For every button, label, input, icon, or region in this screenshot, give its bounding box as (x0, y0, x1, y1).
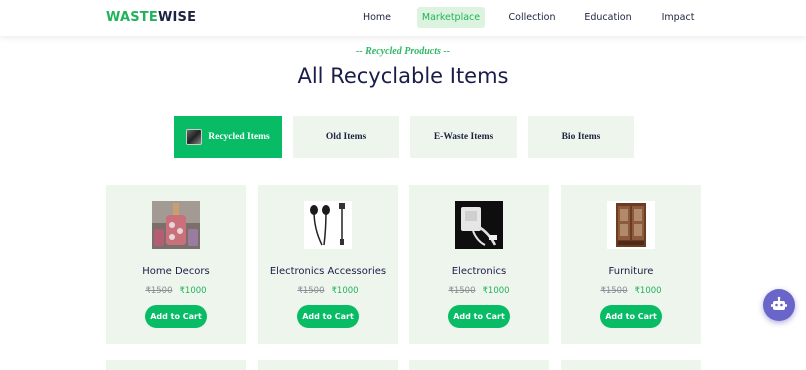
add-to-cart-button[interactable]: Add to Cart (600, 305, 662, 328)
section-eyebrow: -- Recycled Products -- (355, 46, 451, 57)
tab-bio-items[interactable]: Bio Items (528, 116, 634, 158)
robot-icon (771, 296, 787, 310)
new-price: ₹1000 (634, 286, 662, 296)
old-price: ₹1500 (448, 286, 476, 296)
page-title: All Recyclable Items (297, 64, 509, 88)
add-to-cart-button[interactable]: Add to Cart (297, 305, 359, 328)
add-to-cart-button[interactable]: Add to Cart (448, 305, 510, 328)
product-card: Home Decors ₹1500 ₹1000 Add to Cart (106, 185, 246, 344)
product-name: Furniture (608, 266, 654, 277)
nav-collection[interactable]: Collection (505, 7, 559, 28)
top-navbar: WASTEWISE Home Marketplace Collection Ed… (0, 0, 806, 36)
old-price: ₹1500 (600, 286, 628, 296)
nav-impact[interactable]: Impact (657, 7, 699, 28)
product-prices: ₹1500 ₹1000 (409, 286, 549, 296)
nav-home[interactable]: Home (357, 7, 397, 28)
tab-e-waste-items[interactable]: E-Waste Items (410, 116, 517, 158)
nav-education[interactable]: Education (581, 7, 635, 28)
chatbot-button[interactable] (763, 289, 795, 321)
product-card-partial (106, 360, 246, 370)
product-card-partial (258, 360, 398, 370)
wardrobe-image (607, 201, 655, 249)
old-price: ₹1500 (297, 286, 325, 296)
earphones-image (304, 201, 352, 249)
product-card-partial (409, 360, 549, 370)
new-price: ₹1000 (331, 286, 359, 296)
new-price: ₹1000 (482, 286, 510, 296)
product-name: Electronics Accessories (269, 266, 387, 277)
tab-label: Recycled Items (208, 132, 270, 142)
tab-old-items[interactable]: Old Items (293, 116, 399, 158)
product-card: Furniture ₹1500 ₹1000 Add to Cart (561, 185, 701, 344)
product-prices: ₹1500 ₹1000 (106, 286, 246, 296)
old-price: ₹1500 (145, 286, 173, 296)
tab-label: Bio Items (561, 132, 601, 142)
tab-label: Old Items (325, 132, 367, 142)
new-price: ₹1000 (179, 286, 207, 296)
charger-image (455, 201, 503, 249)
product-prices: ₹1500 ₹1000 (258, 286, 398, 296)
product-prices: ₹1500 ₹1000 (561, 286, 701, 296)
decor-bottles-image (152, 201, 200, 249)
main-nav: Home Marketplace Collection Education Im… (0, 7, 806, 29)
recycled-items-thumbnail-icon (186, 129, 203, 145)
product-card-partial (561, 360, 701, 370)
tab-recycled-items[interactable]: Recycled Items (174, 116, 282, 158)
add-to-cart-button[interactable]: Add to Cart (145, 305, 207, 328)
nav-marketplace[interactable]: Marketplace (417, 7, 485, 28)
tab-label: E-Waste Items (433, 132, 494, 142)
product-card: Electronics ₹1500 ₹1000 Add to Cart (409, 185, 549, 344)
product-card: Electronics Accessories ₹1500 ₹1000 Add t… (258, 185, 398, 344)
product-name: Home Decors (142, 266, 210, 277)
product-name: Electronics (451, 266, 507, 277)
